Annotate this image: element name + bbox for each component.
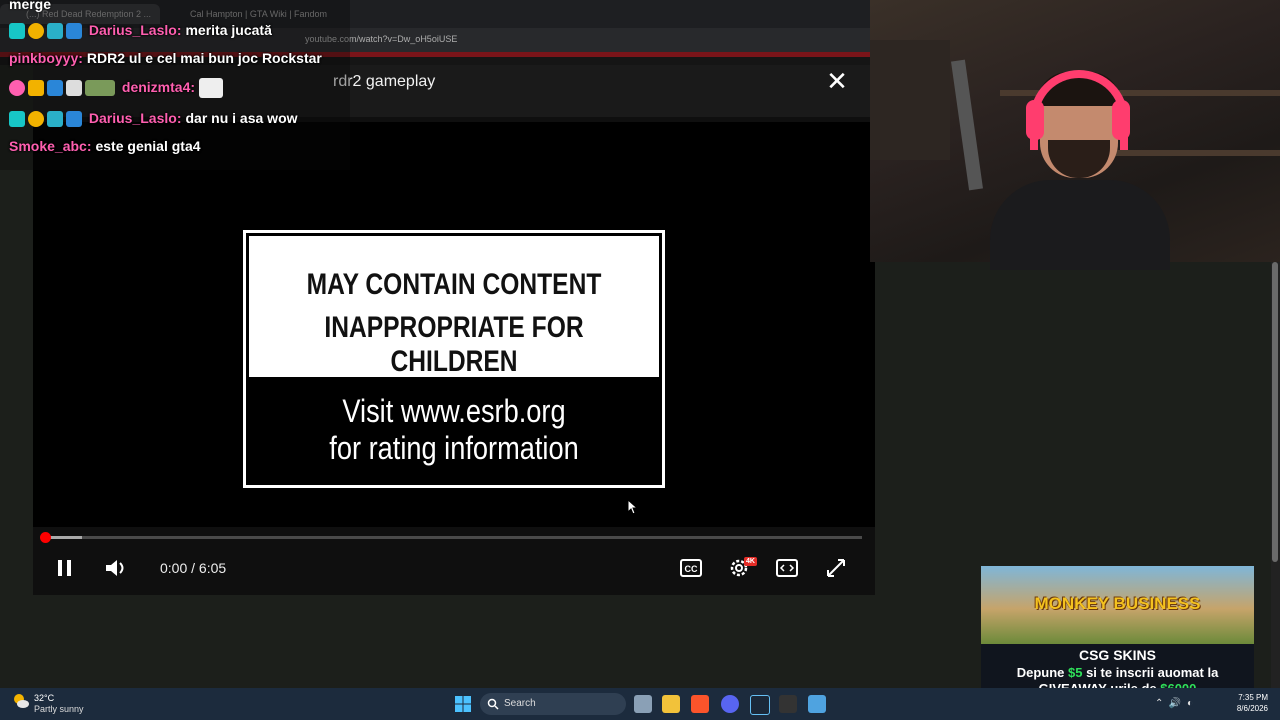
headset-earcup xyxy=(1026,100,1044,140)
theater-mode-icon[interactable] xyxy=(776,559,798,577)
weather-desc[interactable]: Partly sunny xyxy=(34,704,84,714)
chat-message: Smoke_abc: este genial gta4 xyxy=(9,138,201,154)
sub-badge-icon xyxy=(9,111,25,128)
chat-username[interactable]: denizmta4: xyxy=(122,79,195,95)
file-explorer-icon[interactable] xyxy=(662,695,680,713)
search-icon xyxy=(487,698,499,710)
system-tray-icons[interactable]: ⌃ 🔊 ◐ xyxy=(1155,698,1193,709)
hammer-badge-icon xyxy=(66,111,82,128)
windows-start-icon[interactable] xyxy=(455,696,471,712)
steam-icon[interactable] xyxy=(750,695,770,715)
chat-text: merita jucată xyxy=(185,22,272,38)
gift-badge-icon xyxy=(28,111,44,128)
progress-scrubber[interactable] xyxy=(40,532,51,543)
captions-icon[interactable]: CC xyxy=(680,559,702,577)
pause-icon[interactable] xyxy=(54,557,76,579)
esrb-line-3: Visit www.esrb.org xyxy=(342,393,566,429)
chat-text: dar nu i asa wow xyxy=(185,110,298,126)
terminal-icon[interactable] xyxy=(779,695,797,713)
chat-text: RDR2 ul e cel mai bun joc Rockstar xyxy=(86,50,322,66)
hammer-badge-icon xyxy=(47,80,63,96)
ad-text: Depune xyxy=(1016,665,1068,680)
esrb-line-1: MAY CONTAIN CONTENT xyxy=(306,268,602,301)
weather-temp[interactable]: 32°C xyxy=(34,693,54,703)
close-icon[interactable]: ✕ xyxy=(826,68,848,94)
chat-username[interactable]: pinkboyyy: xyxy=(9,50,83,66)
clock-date[interactable]: 8/6/2026 xyxy=(1228,704,1268,713)
gift-badge-icon xyxy=(28,23,44,40)
ad-line-1: Depune $5 si te inscrii auomat la xyxy=(981,665,1254,680)
emote-icon xyxy=(85,80,115,96)
taskbar-search[interactable] xyxy=(480,693,626,715)
weather-icon[interactable] xyxy=(12,692,30,710)
search-label: Search xyxy=(504,698,536,709)
mouse-cursor-icon xyxy=(627,499,637,515)
chat-username[interactable]: Smoke_abc: xyxy=(9,138,91,154)
headset-earcup xyxy=(1112,100,1130,140)
crown-badge-icon xyxy=(28,80,44,96)
emote-icon xyxy=(66,80,82,96)
wall-poster xyxy=(870,40,950,160)
chat-message: denizmta4: xyxy=(9,78,226,98)
ad-brand: CSG SKINS xyxy=(1078,647,1156,663)
cat-emote-icon xyxy=(199,78,224,98)
progress-track[interactable] xyxy=(44,536,862,539)
hammer-badge-icon xyxy=(66,23,82,40)
task-view-icon[interactable] xyxy=(634,695,652,713)
brave-browser-icon[interactable] xyxy=(691,695,709,713)
clock-time[interactable]: 7:35 PM xyxy=(1228,693,1268,702)
sub-badge-icon xyxy=(9,80,25,96)
chat-text: este genial gta4 xyxy=(95,138,201,154)
bits-badge-icon xyxy=(47,23,63,40)
notepad-icon[interactable] xyxy=(808,695,826,713)
time-display: 0:00 / 6:05 xyxy=(160,560,227,576)
esrb-line-4: for rating information xyxy=(329,430,579,466)
chat-message-fragment: merge xyxy=(9,0,52,12)
chat-username[interactable]: Darius_Laslo: xyxy=(89,22,182,38)
chat-message: pinkboyyy: RDR2 ul e cel mai bun joc Rock… xyxy=(9,50,322,66)
sub-badge-icon xyxy=(9,23,25,40)
ad-amount: $5 xyxy=(1068,665,1083,680)
esrb-line-2: INAPPROPRIATE FOR CHILDREN xyxy=(324,311,584,378)
svg-text:CC: CC xyxy=(685,564,698,574)
chat-username[interactable]: Darius_Laslo: xyxy=(89,110,182,126)
streamer-shirt xyxy=(990,180,1170,270)
chat-message: Darius_Laslo: merita jucată xyxy=(9,22,272,40)
volume-icon[interactable] xyxy=(104,557,128,579)
scrollbar-thumb[interactable] xyxy=(1272,262,1278,562)
ad-title: MONKEY BUSINESS xyxy=(1034,594,1201,613)
ad-text: si te inscrii auomat la xyxy=(1082,665,1219,680)
fullscreen-icon[interactable] xyxy=(825,557,847,579)
discord-icon[interactable] xyxy=(721,695,739,713)
chat-message: Darius_Laslo: dar nu i asa wow xyxy=(9,110,298,128)
bits-badge-icon xyxy=(47,111,63,128)
quality-badge: 4K xyxy=(744,557,757,566)
